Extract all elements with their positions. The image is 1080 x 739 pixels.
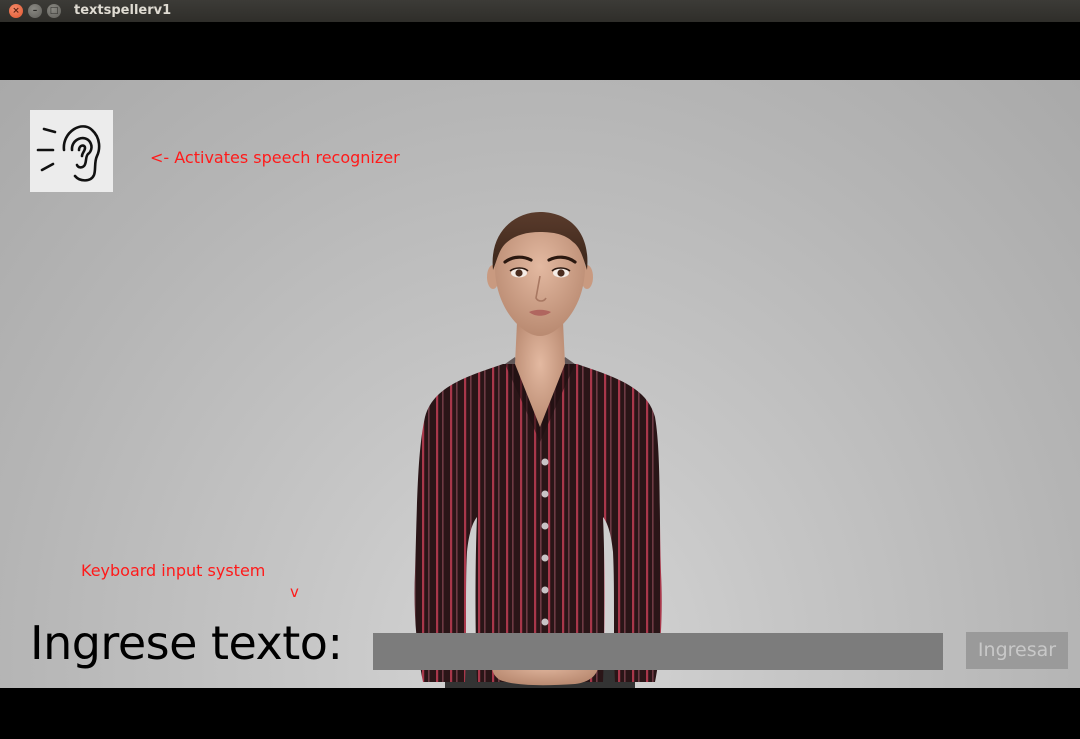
- keyboard-input-hint: Keyboard input system: [81, 561, 266, 580]
- keyboard-hint-arrow: v: [290, 583, 299, 601]
- minimize-window-button[interactable]: –: [28, 4, 42, 18]
- text-input-label: Ingrese texto:: [30, 616, 343, 670]
- letterbox-bottom: [0, 688, 1080, 739]
- maximize-window-button[interactable]: □: [47, 4, 61, 18]
- ear-icon: [36, 125, 101, 182]
- window-title: textspellerv1: [74, 3, 172, 18]
- title-bar: × – □ textspellerv1: [0, 0, 1080, 22]
- app-window: × – □ textspellerv1 <- Activates speech …: [0, 0, 1080, 739]
- text-input-field[interactable]: [373, 633, 943, 670]
- avatar-figure: [414, 212, 662, 688]
- avatar-scene: <- Activates speech recognizer Keyboard …: [0, 80, 1080, 688]
- speech-recognizer-hint: <- Activates speech recognizer: [150, 148, 400, 167]
- letterbox-top: [0, 22, 1080, 80]
- speech-recognizer-button[interactable]: [30, 110, 113, 192]
- close-window-button[interactable]: ×: [9, 4, 23, 18]
- submit-text-button[interactable]: Ingresar: [966, 632, 1068, 669]
